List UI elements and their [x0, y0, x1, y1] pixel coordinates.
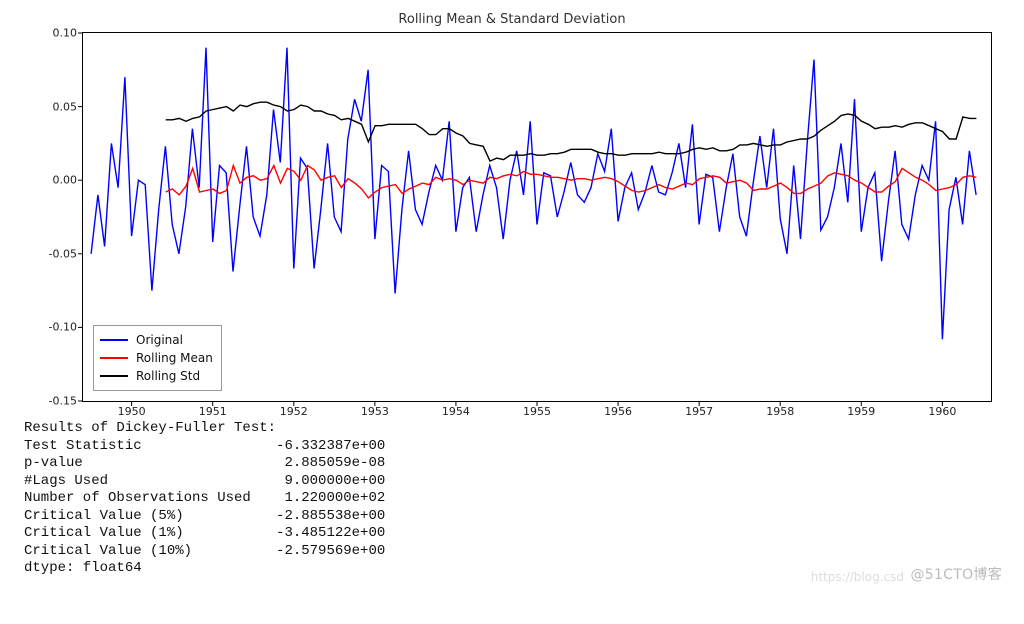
legend-label: Rolling Mean: [136, 349, 213, 367]
x-tick: 1958: [766, 401, 794, 418]
watermark: @51CTO博客: [910, 564, 1002, 584]
x-tick: 1954: [442, 401, 470, 418]
legend-item-rolling-mean: Rolling Mean: [100, 349, 213, 367]
chart-container: Rolling Mean & Standard Deviation Origin…: [22, 10, 1002, 410]
y-tick: 0.00: [53, 174, 84, 187]
y-tick: 0.10: [53, 27, 84, 40]
x-tick: 1955: [523, 401, 551, 418]
x-tick: 1952: [280, 401, 308, 418]
y-tick: 0.05: [53, 100, 84, 113]
x-tick: 1957: [685, 401, 713, 418]
series-original: [91, 48, 976, 340]
chart-title: Rolling Mean & Standard Deviation: [22, 10, 1002, 31]
adf-results: Results of Dickey-Fuller Test: Test Stat…: [24, 420, 1004, 578]
y-tick: -0.05: [49, 247, 83, 260]
y-tick: -0.15: [49, 395, 83, 408]
legend-label: Original: [136, 331, 183, 349]
x-tick: 1956: [604, 401, 632, 418]
watermark-url: https://blog.csd: [811, 570, 904, 584]
legend-item-original: Original: [100, 331, 213, 349]
legend-swatch-original: [100, 339, 128, 341]
series-rolling-mean: [166, 166, 977, 198]
legend: Original Rolling Mean Rolling Std: [93, 325, 222, 391]
x-tick: 1950: [118, 401, 146, 418]
x-tick: 1951: [199, 401, 227, 418]
legend-item-rolling-std: Rolling Std: [100, 367, 213, 385]
legend-swatch-rolling-mean: [100, 357, 128, 359]
legend-label: Rolling Std: [136, 367, 200, 385]
y-tick: -0.10: [49, 321, 83, 334]
x-tick: 1953: [361, 401, 389, 418]
x-tick: 1960: [928, 401, 956, 418]
legend-swatch-rolling-std: [100, 375, 128, 377]
plot-frame: Original Rolling Mean Rolling Std -0.15-…: [82, 32, 992, 402]
x-tick: 1959: [847, 401, 875, 418]
